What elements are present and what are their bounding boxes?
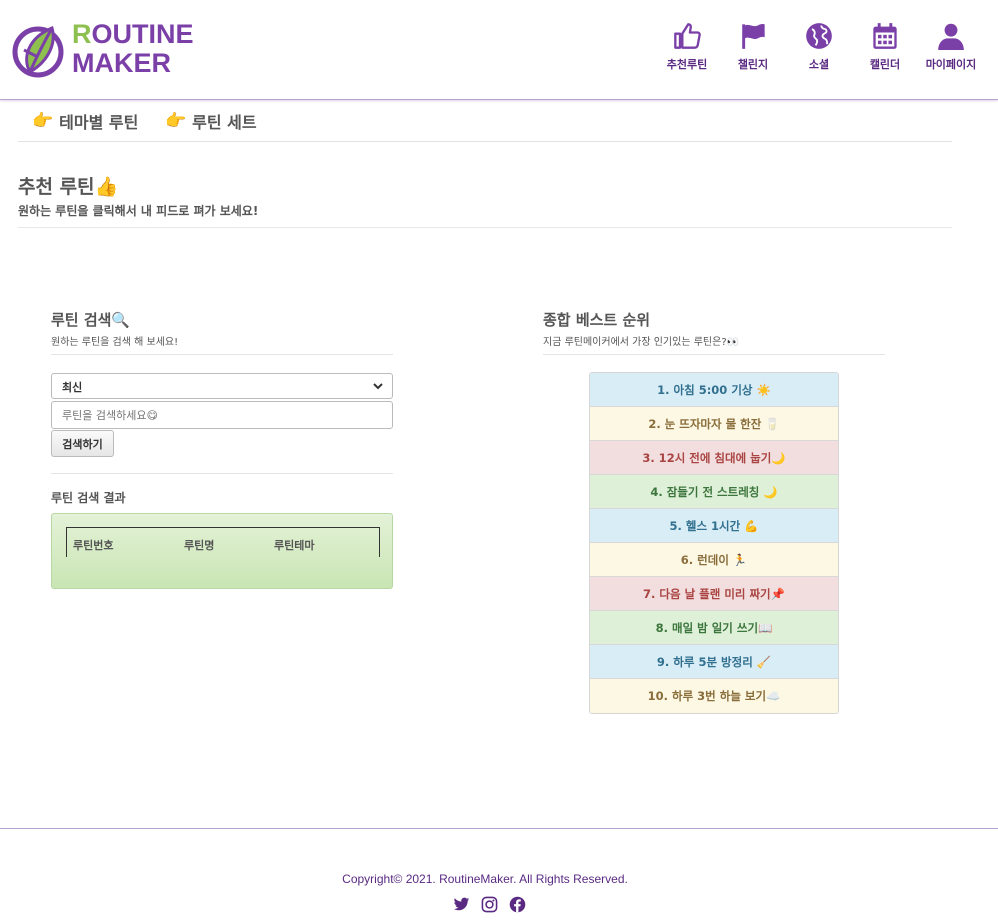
divider xyxy=(51,473,393,474)
column-header-routine-number: 루틴번호 xyxy=(73,539,114,552)
divider xyxy=(18,227,952,228)
twitter-link[interactable] xyxy=(447,896,475,914)
divider xyxy=(543,354,885,355)
subnav-label: 루틴 세트 xyxy=(192,113,257,132)
ranking-item[interactable]: 7. 다음 날 플랜 미리 짜기📌 xyxy=(590,577,838,611)
copyright-text: Copyright© 2021. RoutineMaker. All Right… xyxy=(342,872,628,886)
search-input[interactable] xyxy=(51,401,393,429)
page-title: 추천 루틴👍 xyxy=(18,176,119,198)
ranking-section-subtitle: 지금 루틴메이커에서 가장 인기있는 루틴은?👀 xyxy=(543,337,740,348)
sub-nav: 👉 테마별 루틴 👉 루틴 세트 xyxy=(18,100,952,142)
nav-label: 마이페이지 xyxy=(925,58,977,71)
result-table: 루틴번호 루틴명 루틴테마 xyxy=(66,527,380,557)
instagram-icon xyxy=(481,896,497,913)
column-header-routine-name: 루틴명 xyxy=(184,539,215,552)
flag-icon xyxy=(742,24,765,49)
thumbs-up-icon xyxy=(674,23,701,49)
ranking-item[interactable]: 5. 헬스 1시간 💪 xyxy=(590,509,838,543)
pointing-hand-icon: 👉 xyxy=(32,111,54,131)
routine-maker-logo[interactable]: ROUTINE MAKER xyxy=(12,18,194,84)
divider xyxy=(51,354,393,355)
nav-challenge[interactable]: 챌린지 xyxy=(720,22,786,72)
globe-icon xyxy=(806,23,832,49)
ranking-item[interactable]: 9. 하루 5분 방정리 🧹 xyxy=(590,645,838,679)
page-subtitle: 원하는 루틴을 클릭해서 내 피드로 펴가 보세요! xyxy=(18,204,259,218)
pointing-hand-icon: 👉 xyxy=(165,111,187,131)
social-links xyxy=(447,896,531,914)
column-header-routine-theme: 루틴테마 xyxy=(274,539,315,552)
search-result-label: 루틴 검색 결과 xyxy=(51,491,126,505)
ranking-item[interactable]: 6. 런데이 🏃 xyxy=(590,543,838,577)
header: ROUTINE MAKER 추천루틴 챌린지 소셜 캘린더 마이페이지 xyxy=(0,0,998,100)
subnav-routine-set[interactable]: 👉 루틴 세트 xyxy=(165,109,257,133)
logo-text-line2: MAKER xyxy=(72,48,171,78)
nav-label: 소셜 xyxy=(808,58,830,71)
search-section-title: 루틴 검색🔍 xyxy=(51,311,131,329)
nav-label: 캘린더 xyxy=(869,58,901,71)
ranking-item[interactable]: 2. 눈 뜨자마자 물 한잔 🥛 xyxy=(590,407,838,441)
main-nav: 추천루틴 챌린지 소셜 캘린더 마이페이지 xyxy=(654,22,984,72)
nav-recommended-routine[interactable]: 추천루틴 xyxy=(654,22,720,72)
search-result-panel: 루틴번호 루틴명 루틴테마 xyxy=(51,513,393,589)
footer: Copyright© 2021. RoutineMaker. All Right… xyxy=(0,828,998,922)
logo-wordmark: ROUTINE MAKER xyxy=(72,19,194,78)
nav-calendar[interactable]: 캘린더 xyxy=(852,22,918,72)
leaf-logo-icon xyxy=(12,25,64,78)
search-section-subtitle: 원하는 루틴을 검색 해 보세요! xyxy=(51,337,179,348)
subnav-theme-routine[interactable]: 👉 테마별 루틴 xyxy=(32,109,138,133)
ranking-item[interactable]: 3. 12시 전에 침대에 눕기🌙 xyxy=(590,441,838,475)
facebook-icon xyxy=(509,896,525,913)
sort-selected-value: 최신 xyxy=(62,381,83,394)
ranking-item[interactable]: 8. 매일 밤 일기 쓰기📖 xyxy=(590,611,838,645)
logo-text-rest: OUTINE xyxy=(91,19,194,49)
subnav-label: 테마별 루틴 xyxy=(59,113,139,132)
chevron-down-icon xyxy=(373,383,383,390)
user-icon xyxy=(938,23,964,50)
search-button[interactable]: 검색하기 xyxy=(51,430,114,457)
calendar-icon xyxy=(873,23,897,49)
sort-select[interactable]: 최신 xyxy=(51,373,393,399)
nav-label: 챌린지 xyxy=(737,58,769,71)
ranking-item[interactable]: 1. 아침 5:00 기상 ☀️ xyxy=(590,373,838,407)
facebook-link[interactable] xyxy=(503,896,531,914)
ranking-section-title: 종합 베스트 순위 xyxy=(543,311,651,329)
instagram-link[interactable] xyxy=(475,896,503,914)
ranking-list: 1. 아침 5:00 기상 ☀️ 2. 눈 뜨자마자 물 한잔 🥛 3. 12시… xyxy=(589,372,839,714)
ranking-item[interactable]: 10. 하루 3번 하늘 보기☁️ xyxy=(590,679,838,713)
twitter-icon xyxy=(453,897,469,911)
ranking-item[interactable]: 4. 잠들기 전 스트레칭 🌙 xyxy=(590,475,838,509)
nav-mypage[interactable]: 마이페이지 xyxy=(918,22,984,72)
nav-social[interactable]: 소셜 xyxy=(786,22,852,72)
nav-label: 추천루틴 xyxy=(666,58,708,71)
